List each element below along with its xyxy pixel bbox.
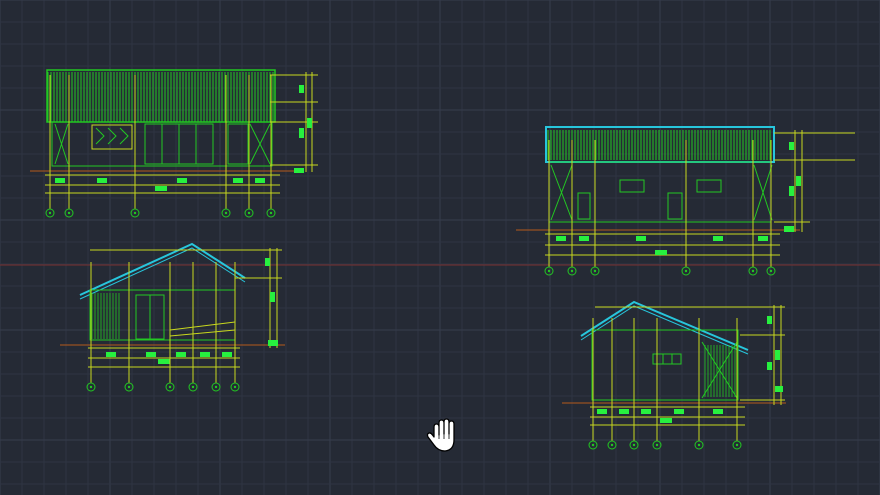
elevation-side-right[interactable] xyxy=(562,300,786,450)
cad-model-space[interactable] xyxy=(0,0,880,495)
elevation-front-left[interactable] xyxy=(30,69,318,218)
elevation-front-right[interactable] xyxy=(516,126,855,276)
window-b xyxy=(696,179,722,193)
window-a xyxy=(619,179,645,193)
window-left xyxy=(91,124,133,150)
pan-hand-icon xyxy=(426,418,455,452)
elevation-side-left[interactable] xyxy=(60,242,285,392)
